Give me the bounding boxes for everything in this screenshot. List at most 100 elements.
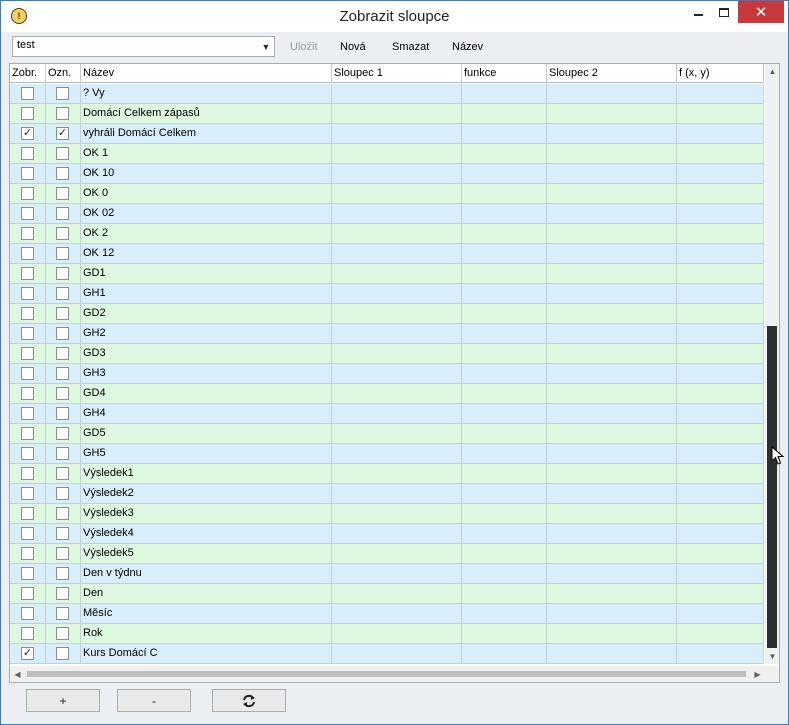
column2-cell[interactable] xyxy=(547,504,677,524)
name-cell[interactable]: Kurs Domácí C xyxy=(81,644,332,664)
mark-cell[interactable] xyxy=(46,364,81,384)
mark-cell[interactable] xyxy=(46,84,81,104)
show-checkbox[interactable] xyxy=(21,267,34,280)
mark-checkbox[interactable] xyxy=(56,607,69,620)
function-cell[interactable] xyxy=(462,364,547,384)
mark-cell[interactable] xyxy=(46,524,81,544)
name-cell[interactable]: GH1 xyxy=(81,284,332,304)
fxy-cell[interactable] xyxy=(677,144,764,164)
column1-cell[interactable] xyxy=(332,84,462,104)
name-cell[interactable]: OK 10 xyxy=(81,164,332,184)
mark-checkbox[interactable] xyxy=(56,567,69,580)
mark-cell[interactable] xyxy=(46,504,81,524)
show-cell[interactable] xyxy=(10,524,46,544)
column2-cell[interactable] xyxy=(547,284,677,304)
mark-checkbox[interactable] xyxy=(56,147,69,160)
name-cell[interactable]: OK 12 xyxy=(81,244,332,264)
name-cell[interactable]: GD2 xyxy=(81,304,332,324)
column1-cell[interactable] xyxy=(332,304,462,324)
mark-checkbox[interactable] xyxy=(56,307,69,320)
fxy-cell[interactable] xyxy=(677,184,764,204)
name-cell[interactable]: OK 1 xyxy=(81,144,332,164)
show-checkbox[interactable] xyxy=(21,167,34,180)
column2-cell[interactable] xyxy=(547,484,677,504)
close-button[interactable]: ✕ xyxy=(738,1,784,23)
mark-cell[interactable] xyxy=(46,384,81,404)
show-checkbox[interactable] xyxy=(21,447,34,460)
function-cell[interactable] xyxy=(462,164,547,184)
column1-cell[interactable] xyxy=(332,284,462,304)
column2-cell[interactable] xyxy=(547,424,677,444)
show-cell[interactable] xyxy=(10,364,46,384)
column2-cell[interactable] xyxy=(547,524,677,544)
show-cell[interactable]: ✓ xyxy=(10,644,46,664)
name-cell[interactable]: Měsíc xyxy=(81,604,332,624)
name-cell[interactable]: GH5 xyxy=(81,444,332,464)
column1-cell[interactable] xyxy=(332,584,462,604)
show-checkbox[interactable] xyxy=(21,387,34,400)
column2-cell[interactable] xyxy=(547,304,677,324)
name-cell[interactable]: GD1 xyxy=(81,264,332,284)
column-header-column1[interactable]: Sloupec 1 xyxy=(332,64,462,83)
fxy-cell[interactable] xyxy=(677,324,764,344)
mark-cell[interactable] xyxy=(46,584,81,604)
fxy-cell[interactable] xyxy=(677,124,764,144)
column2-cell[interactable] xyxy=(547,564,677,584)
mark-cell[interactable] xyxy=(46,544,81,564)
name-cell[interactable]: Výsledek2 xyxy=(81,484,332,504)
show-cell[interactable] xyxy=(10,424,46,444)
scroll-up-icon[interactable]: ▲ xyxy=(765,64,779,79)
name-cell[interactable]: Rok xyxy=(81,624,332,644)
function-cell[interactable] xyxy=(462,544,547,564)
table-row[interactable]: Den xyxy=(10,584,764,604)
show-cell[interactable] xyxy=(10,164,46,184)
mark-checkbox[interactable] xyxy=(56,507,69,520)
show-cell[interactable] xyxy=(10,584,46,604)
mark-cell[interactable] xyxy=(46,464,81,484)
column2-cell[interactable] xyxy=(547,264,677,284)
column2-cell[interactable] xyxy=(547,624,677,644)
column2-cell[interactable] xyxy=(547,364,677,384)
mark-cell[interactable] xyxy=(46,344,81,364)
mark-checkbox[interactable] xyxy=(56,447,69,460)
column1-cell[interactable] xyxy=(332,504,462,524)
column1-cell[interactable] xyxy=(332,424,462,444)
function-cell[interactable] xyxy=(462,644,547,664)
fxy-cell[interactable] xyxy=(677,344,764,364)
function-cell[interactable] xyxy=(462,224,547,244)
function-cell[interactable] xyxy=(462,464,547,484)
column2-cell[interactable] xyxy=(547,544,677,564)
show-cell[interactable] xyxy=(10,384,46,404)
fxy-cell[interactable] xyxy=(677,624,764,644)
name-cell[interactable]: GD4 xyxy=(81,384,332,404)
mark-checkbox[interactable] xyxy=(56,347,69,360)
column1-cell[interactable] xyxy=(332,644,462,664)
name-cell[interactable]: ? Vy xyxy=(81,84,332,104)
table-row[interactable]: OK 1 xyxy=(10,144,764,164)
fxy-cell[interactable] xyxy=(677,304,764,324)
show-cell[interactable] xyxy=(10,284,46,304)
table-row[interactable]: ✓ ✓ vyhráli Domácí Celkem xyxy=(10,124,764,144)
fxy-cell[interactable] xyxy=(677,224,764,244)
column2-cell[interactable] xyxy=(547,444,677,464)
function-cell[interactable] xyxy=(462,84,547,104)
column1-cell[interactable] xyxy=(332,184,462,204)
mark-checkbox[interactable] xyxy=(56,207,69,220)
table-row[interactable]: GH2 xyxy=(10,324,764,344)
save-button[interactable]: Uložit xyxy=(290,41,318,53)
maximize-button[interactable] xyxy=(711,1,737,23)
column1-cell[interactable] xyxy=(332,124,462,144)
mark-checkbox[interactable] xyxy=(56,627,69,640)
function-cell[interactable] xyxy=(462,624,547,644)
function-cell[interactable] xyxy=(462,284,547,304)
show-cell[interactable] xyxy=(10,404,46,424)
fxy-cell[interactable] xyxy=(677,384,764,404)
fxy-cell[interactable] xyxy=(677,604,764,624)
mark-checkbox[interactable] xyxy=(56,387,69,400)
fxy-cell[interactable] xyxy=(677,444,764,464)
mark-cell[interactable] xyxy=(46,244,81,264)
function-cell[interactable] xyxy=(462,564,547,584)
table-row[interactable]: Den v týdnu xyxy=(10,564,764,584)
remove-column-button[interactable]: - xyxy=(117,689,191,712)
function-cell[interactable] xyxy=(462,104,547,124)
